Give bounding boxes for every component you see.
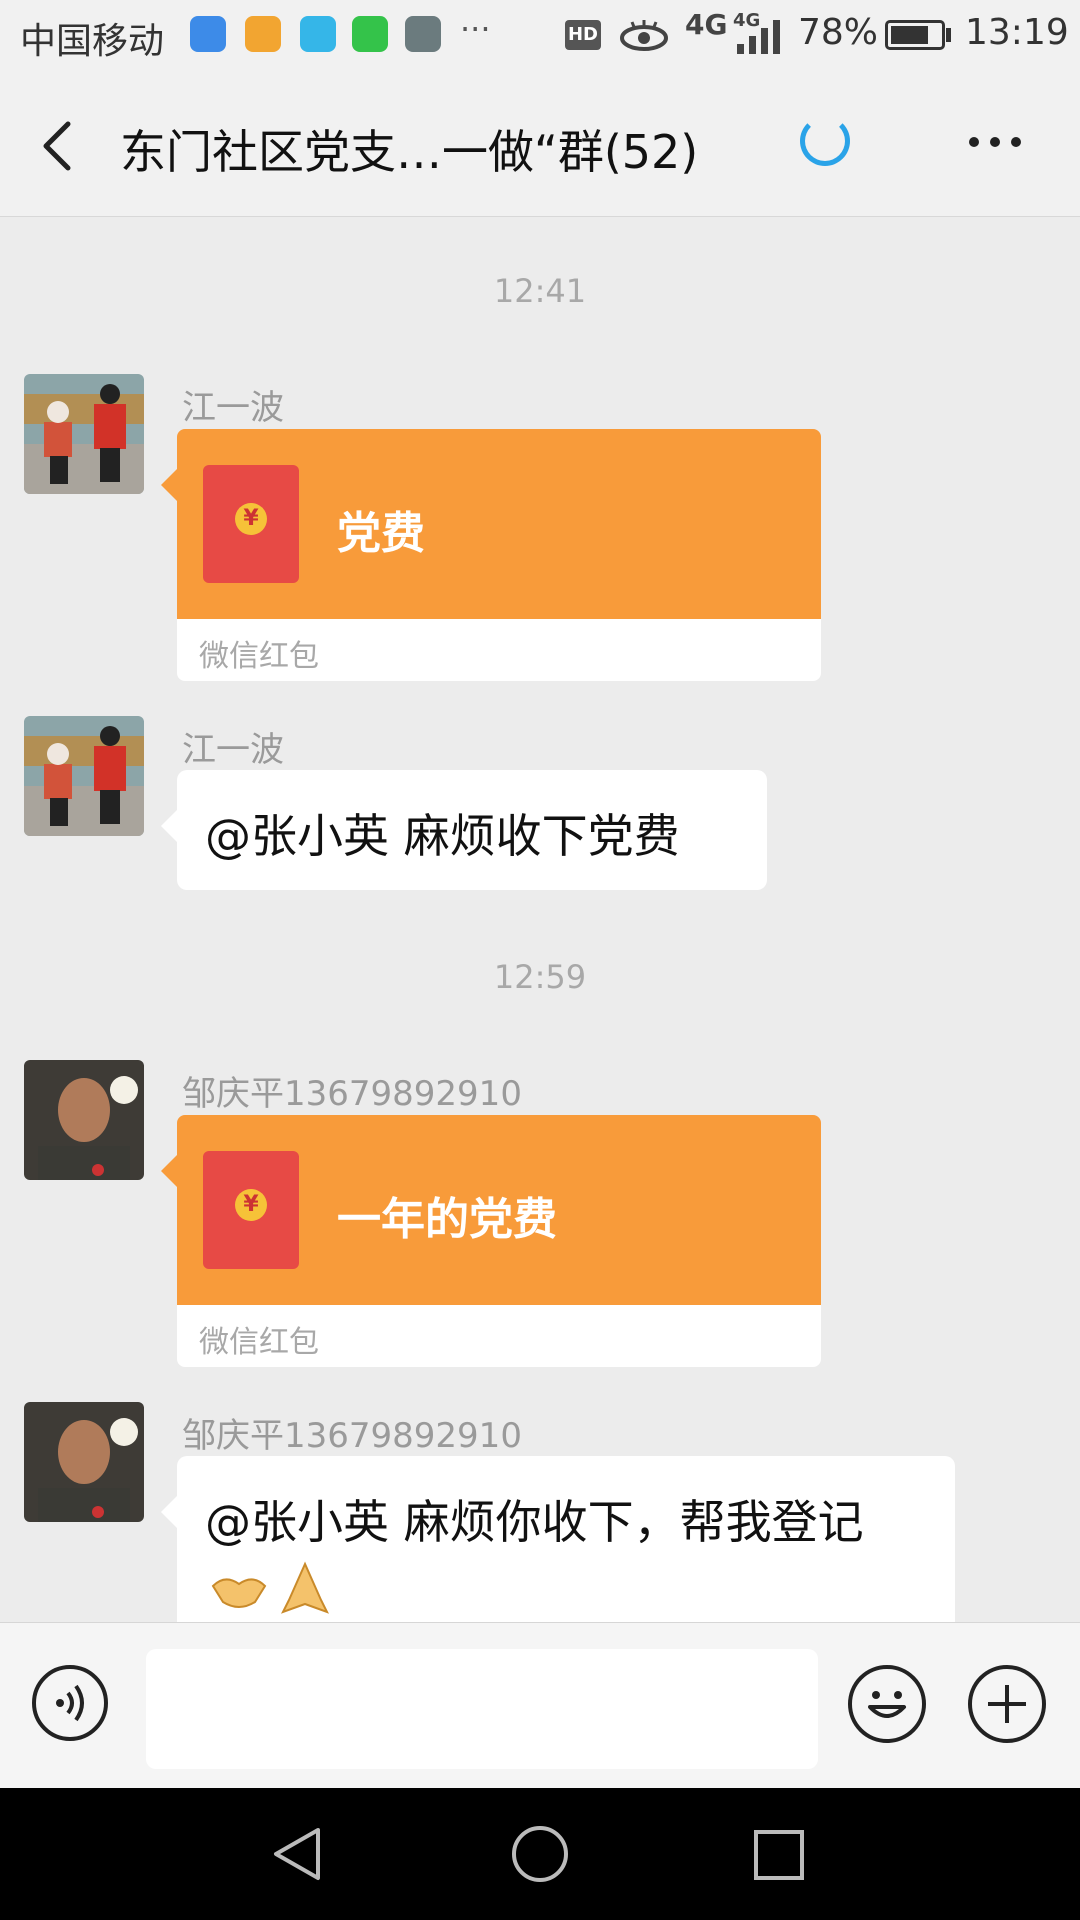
- system-navigation-bar: [0, 1788, 1080, 1920]
- sender-name: 邹庆平13679892910: [182, 1416, 522, 1456]
- sender-name: 江一波: [182, 388, 284, 428]
- plus-icon: [988, 1685, 1026, 1723]
- bubble-tail: [161, 469, 177, 501]
- input-bar: [0, 1622, 1080, 1789]
- red-packet[interactable]: ¥ 党费 微信红包: [161, 429, 821, 681]
- emoji-button[interactable]: [848, 1665, 926, 1743]
- red-packet-label: 微信红包: [199, 1325, 319, 1360]
- uc-browser-icon: [245, 16, 281, 52]
- message-text: @张小英 麻烦收下党费: [205, 809, 680, 863]
- loading-spinner-icon: [800, 116, 850, 166]
- avatar[interactable]: [24, 1060, 144, 1180]
- wechat-notification-icon: [352, 16, 388, 52]
- more-options-icon[interactable]: [960, 112, 1030, 172]
- battery-fill: [891, 26, 928, 44]
- bubble-tail: [161, 1155, 177, 1187]
- eye-comfort-icon: [620, 20, 668, 51]
- red-packet-footer: 微信红包: [177, 619, 821, 681]
- message-text: @张小英 麻烦你收下，帮我登记: [205, 1495, 864, 1549]
- avatar-photo-icon: [24, 1060, 144, 1180]
- home-circle-icon[interactable]: [510, 1824, 570, 1884]
- red-packet-label: 微信红包: [199, 639, 319, 674]
- photo-notification-icon: [405, 16, 441, 52]
- chat-header: 东门社区党支…一做“群(52): [0, 72, 1080, 217]
- carrier-name: 中国移动: [20, 21, 165, 62]
- red-packet-footer: 微信红包: [177, 1305, 821, 1367]
- avatar-photo-icon: [24, 374, 144, 494]
- battery-tip: [946, 28, 951, 42]
- avatar[interactable]: [24, 374, 144, 494]
- signal-strength-icon: [737, 20, 780, 54]
- red-envelope-icon: ¥: [203, 465, 299, 583]
- message-bubble[interactable]: @张小英 麻烦收下党费: [161, 770, 767, 890]
- sender-name: 江一波: [182, 730, 284, 770]
- health-app-icon: [300, 16, 336, 52]
- status-bar: 中国移动 ··· HD 4G 4G 78% 13:19: [0, 0, 1080, 72]
- praying-hands-emoji-icon: [280, 1561, 330, 1614]
- avatar[interactable]: [24, 1402, 144, 1522]
- yuan-coin-icon: ¥: [235, 1189, 267, 1221]
- hd-voice-icon: HD: [565, 20, 601, 50]
- red-packet-body: ¥ 一年的党费: [177, 1115, 821, 1305]
- red-packet-title: 一年的党费: [337, 1194, 557, 1245]
- voice-icon: [56, 1684, 84, 1722]
- yuan-coin-icon: ¥: [235, 503, 267, 535]
- red-packet[interactable]: ¥ 一年的党费 微信红包: [161, 1115, 821, 1367]
- handshake-emoji-icon: [211, 1578, 267, 1608]
- avatar-photo-icon: [24, 716, 144, 836]
- more-notifications-icon: ···: [460, 10, 491, 48]
- avatar-photo-icon: [24, 1402, 144, 1522]
- chat-title: 东门社区党支…一做“群(52): [120, 125, 699, 179]
- emoji-icon: [868, 1691, 906, 1718]
- voice-input-button[interactable]: [32, 1665, 108, 1741]
- timestamp: 12:59: [493, 958, 587, 996]
- avatar[interactable]: [24, 716, 144, 836]
- battery-icon: [885, 20, 945, 50]
- network-type-1: 4G: [685, 8, 728, 41]
- status-time: 13:19: [965, 12, 1069, 53]
- bubble-tail: [161, 1496, 177, 1528]
- back-triangle-icon[interactable]: [270, 1826, 326, 1882]
- wifi-app-icon: [190, 16, 226, 52]
- timestamp: 12:41: [493, 272, 587, 310]
- message-input[interactable]: [146, 1649, 818, 1769]
- red-packet-title: 党费: [337, 508, 425, 559]
- more-input-button[interactable]: [968, 1665, 1046, 1743]
- red-packet-body: ¥ 党费: [177, 429, 821, 619]
- sender-name: 邹庆平13679892910: [182, 1074, 522, 1114]
- bubble-tail: [161, 810, 177, 842]
- battery-percent: 78%: [798, 12, 879, 53]
- message-bubble[interactable]: @张小英 麻烦你收下，帮我登记: [161, 1456, 955, 1622]
- back-arrow-icon[interactable]: [30, 116, 90, 176]
- red-envelope-icon: ¥: [203, 1151, 299, 1269]
- recents-square-icon[interactable]: [752, 1828, 806, 1882]
